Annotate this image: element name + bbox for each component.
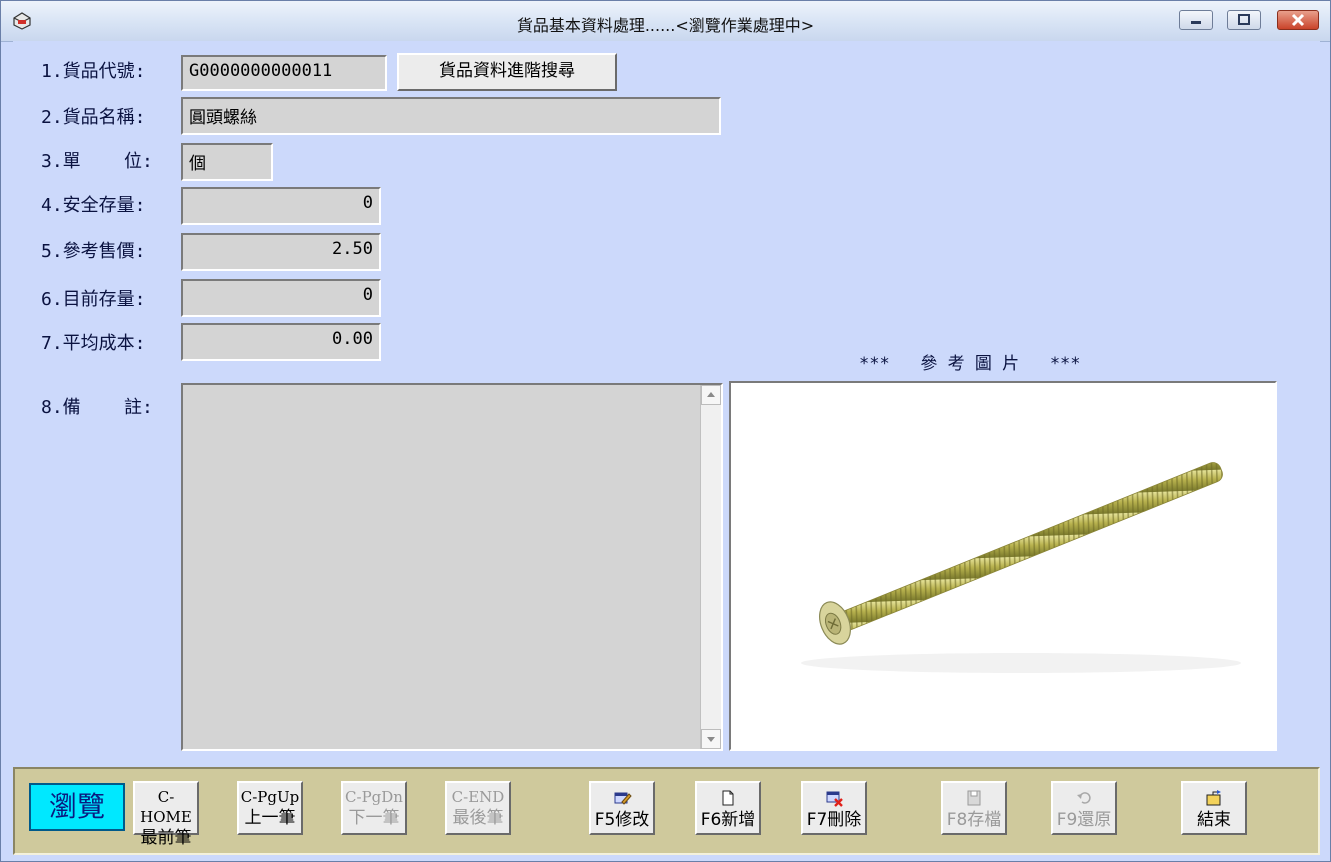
first-record-button[interactable]: C-HOME 最前筆 xyxy=(133,781,199,848)
last-record-key: C-END xyxy=(451,788,505,806)
save-button[interactable]: F8存檔 xyxy=(941,781,1007,835)
title-bar[interactable]: 貨品基本資料處理......<瀏覽作業處理中> xyxy=(1,1,1330,42)
maximize-button[interactable] xyxy=(1227,10,1261,30)
safety-stock-field[interactable]: 0 xyxy=(181,187,381,225)
screw-image xyxy=(801,462,1241,673)
minimize-icon xyxy=(1191,21,1201,24)
maximize-icon xyxy=(1238,14,1250,25)
picture-caption: *** 參 考 圖 片 *** xyxy=(859,354,1081,374)
main-window: 貨品基本資料處理......<瀏覽作業處理中> 1.貨品代號: G0000000… xyxy=(0,0,1331,862)
window-title: 貨品基本資料處理......<瀏覽作業處理中> xyxy=(516,16,815,35)
next-record-label: 下一筆 xyxy=(348,808,400,828)
label-reference-price: 5.參考售價: xyxy=(41,241,146,262)
form-area: 1.貨品代號: G0000000000011 貨品資料進階搜尋 2.貨品名稱: … xyxy=(13,41,1320,763)
close-button[interactable] xyxy=(1277,10,1319,30)
minimize-button[interactable] xyxy=(1179,10,1213,30)
new-button[interactable]: F6新增 xyxy=(695,781,761,835)
exit-label: 結束 xyxy=(1197,810,1231,830)
delete-button[interactable]: F7刪除 xyxy=(801,781,867,835)
current-stock-field[interactable]: 0 xyxy=(181,279,381,317)
undo-label: F9還原 xyxy=(1056,810,1112,830)
reference-picture xyxy=(729,381,1277,751)
edit-label: F5修改 xyxy=(594,810,650,830)
scroll-down-icon xyxy=(707,737,715,742)
remarks-textarea[interactable] xyxy=(181,383,723,751)
advanced-search-button[interactable]: 貨品資料進階搜尋 xyxy=(397,53,617,91)
undo-icon xyxy=(1053,789,1115,809)
previous-record-key: C-PgUp xyxy=(240,788,300,806)
delete-label: F7刪除 xyxy=(806,810,862,830)
label-safety-stock: 4.安全存量: xyxy=(41,195,146,216)
last-record-label: 最後筆 xyxy=(452,808,504,828)
previous-record-button[interactable]: C-PgUp 上一筆 xyxy=(237,781,303,835)
mode-indicator: 瀏覽 xyxy=(29,783,125,831)
exit-button[interactable]: 結束 xyxy=(1181,781,1247,835)
save-label: F8存檔 xyxy=(946,810,1002,830)
new-document-icon xyxy=(697,789,759,809)
scroll-up-icon xyxy=(707,392,715,397)
label-remarks: 8.備 註: xyxy=(41,397,153,418)
delete-icon xyxy=(803,789,865,809)
remarks-scrollbar[interactable] xyxy=(700,385,721,749)
edit-button[interactable]: F5修改 xyxy=(589,781,655,835)
close-icon xyxy=(1291,13,1305,27)
label-product-name: 2.貨品名稱: xyxy=(41,107,146,128)
unit-field[interactable]: 個 xyxy=(181,143,273,181)
exit-icon xyxy=(1183,789,1245,809)
edit-icon xyxy=(591,789,653,809)
product-code-field[interactable]: G0000000000011 xyxy=(181,55,387,91)
next-record-key: C-PgDn xyxy=(345,788,403,806)
first-record-key: C-HOME xyxy=(140,788,192,826)
undo-button[interactable]: F9還原 xyxy=(1051,781,1117,835)
bottom-toolbar: 瀏覽 C-HOME 最前筆 C-PgUp 上一筆 C-PgDn 下一筆 C-EN… xyxy=(13,767,1320,855)
scroll-down-button[interactable] xyxy=(701,729,721,749)
label-product-code: 1.貨品代號: xyxy=(41,61,146,82)
save-icon xyxy=(943,789,1005,809)
scroll-up-button[interactable] xyxy=(701,385,721,405)
last-record-button[interactable]: C-END 最後筆 xyxy=(445,781,511,835)
next-record-button[interactable]: C-PgDn 下一筆 xyxy=(341,781,407,835)
new-label: F6新增 xyxy=(700,810,756,830)
label-unit: 3.單 位: xyxy=(41,151,153,172)
reference-price-field[interactable]: 2.50 xyxy=(181,233,381,271)
average-cost-field[interactable]: 0.00 xyxy=(181,323,381,361)
first-record-label: 最前筆 xyxy=(140,828,192,848)
product-name-field[interactable]: 圓頭螺絲 xyxy=(181,97,721,135)
label-average-cost: 7.平均成本: xyxy=(41,333,146,354)
label-current-stock: 6.目前存量: xyxy=(41,289,146,310)
previous-record-label: 上一筆 xyxy=(244,808,296,828)
